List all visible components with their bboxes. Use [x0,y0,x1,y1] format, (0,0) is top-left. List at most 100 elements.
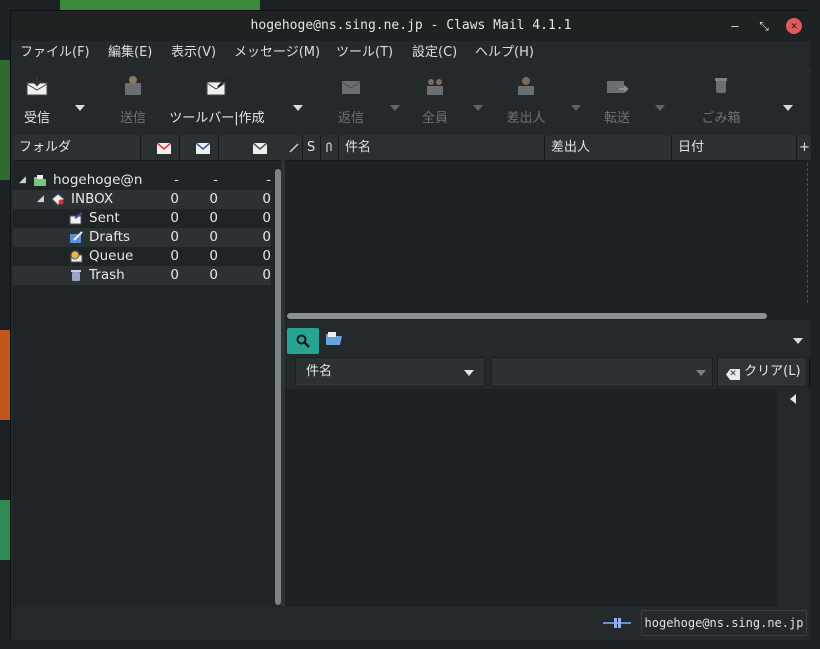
filter-bar [285,321,811,357]
folder-name: Drafts [89,229,131,245]
folder-name: Sent [89,210,120,226]
send-queue-icon [125,76,141,95]
folder-new-count: 0 [170,191,179,207]
queue-icon [70,250,83,263]
reply-dropdown-arrow[interactable] [390,105,400,111]
menu-view[interactable]: 表示(V) [171,41,216,65]
clear-button[interactable]: ✕ クリア(L) [717,357,807,387]
toolbar-overflow-arrow[interactable] [783,105,793,111]
search-toggle-button[interactable] [287,328,319,354]
account-total-count: - [266,172,271,188]
compose-mail-icon [206,76,229,96]
expand-left-icon[interactable] [790,394,796,404]
menu-tools[interactable]: ツール(T) [336,41,393,65]
compose-button[interactable]: ツールバー|作成 [167,75,267,133]
paperclip-icon [326,142,332,152]
folder-total-count: 0 [262,248,271,264]
message-view[interactable] [285,389,777,607]
folder-unread-count: 0 [209,267,218,283]
folder-row-drafts[interactable]: Drafts 0 0 0 [13,228,271,247]
reply-sender-dropdown-arrow[interactable] [571,105,581,111]
filter-menu-arrow[interactable] [793,338,803,344]
account-new-count: - [174,172,179,188]
chevron-down-icon [696,370,706,376]
folder-row-queue[interactable]: Queue 0 0 0 [13,247,271,266]
window-title: hogehoge@ns.sing.ne.jp - Claws Mail 4.1.… [250,18,572,33]
folder-name: Queue [89,248,134,264]
date-column-header[interactable]: 日付 [672,135,797,161]
forward-button[interactable]: 転送 [597,75,637,133]
search-field-value: 件名 [306,364,333,379]
reply-icon [341,81,361,94]
forward-label: 転送 [603,111,630,126]
menu-help[interactable]: ヘルプ(H) [475,41,534,65]
clear-label: クリア(L) [744,364,801,379]
reply-all-dropdown-arrow[interactable] [473,105,483,111]
folder-open-icon[interactable] [325,329,343,349]
reply-button[interactable]: 返信 [331,75,371,133]
folder-new-count: 0 [170,229,179,245]
message-view-side-panel [777,389,811,614]
compose-dropdown-arrow[interactable] [293,105,303,111]
trash-folder-icon [71,270,81,281]
menu-settings[interactable]: 設定(C) [412,41,457,65]
status-bar: hogehoge@ns.sing.ne.jp [11,607,811,640]
search-field-select[interactable]: 件名 [295,357,485,387]
message-list-horizontal-scrollbar[interactable] [287,313,767,319]
online-connection-icon[interactable] [603,617,631,629]
collapse-arrow-icon[interactable]: ◢ [37,190,47,209]
new-mail-icon [156,142,172,154]
desktop-stripe [0,60,10,180]
unread-mail-icon [195,142,211,154]
mark-column-header[interactable] [285,135,303,161]
message-list-body[interactable] [285,161,811,301]
account-row[interactable]: ◢ hogehoge@ns - - - [13,171,271,190]
attachment-column-header[interactable] [321,135,339,161]
collapse-arrow-icon[interactable]: ◢ [19,171,29,190]
folder-pane: フォルダ ◢ hogehoge@ns - - - ◢ INBOX 0 0 0 S… [13,135,281,607]
folder-row-trash[interactable]: Trash 0 0 0 [13,266,271,285]
folder-total-count: 0 [262,267,271,283]
reply-label: 返信 [337,111,364,126]
total-column-header[interactable] [219,135,271,161]
menu-file[interactable]: ファイル(F) [20,41,90,65]
folder-row-inbox[interactable]: ◢ INBOX 0 0 0 [13,190,271,209]
main-window: hogehoge@ns.sing.ne.jp - Claws Mail 4.1.… [10,10,811,640]
search-input[interactable] [491,357,713,387]
total-mail-icon [252,142,268,154]
unread-column-header[interactable] [180,135,219,161]
folder-unread-count: 0 [209,191,218,207]
folder-row-sent[interactable]: Sent 0 0 0 [13,209,271,228]
menu-message[interactable]: メッセージ(M) [234,41,320,65]
toolbar: 受信 送信 ツールバー|作成 返信 全員 差出人 転送 ごみ箱 [11,67,811,137]
drafts-icon [70,231,83,243]
desktop-stripe [0,500,10,560]
new-column-header[interactable] [141,135,180,161]
forward-dropdown-arrow[interactable] [655,105,665,111]
folder-new-count: 0 [170,267,179,283]
trash-label: ごみ箱 [701,111,741,126]
close-button[interactable]: ✕ [786,18,802,34]
send-button[interactable]: 送信 [115,75,151,133]
forward-icon [607,81,629,93]
folder-unread-count: 0 [209,229,218,245]
menu-edit[interactable]: 編集(E) [108,41,152,65]
subject-column-header[interactable]: 件名 [339,135,545,161]
receive-button[interactable]: 受信 [17,75,57,133]
status-column-header[interactable]: S [303,135,321,161]
folder-total-count: 0 [262,229,271,245]
column-add-icon[interactable]: + [797,135,811,161]
reply-all-button[interactable]: 全員 [415,75,455,133]
reply-sender-button[interactable]: 差出人 [503,75,549,133]
status-account-label[interactable]: hogehoge@ns.sing.ne.jp [641,610,807,636]
minimize-button[interactable]: ‒ [723,11,747,41]
folder-column-header[interactable]: フォルダ [13,135,141,161]
receive-label: 受信 [23,111,50,126]
title-bar[interactable]: hogehoge@ns.sing.ne.jp - Claws Mail 4.1.… [11,11,811,41]
trash-button[interactable]: ごみ箱 [697,75,745,133]
maximize-button[interactable]: ⤡ [752,11,776,41]
from-column-header[interactable]: 差出人 [545,135,672,161]
folder-pane-header: フォルダ [13,135,281,161]
receive-dropdown-arrow[interactable] [75,105,85,111]
compose-label: ツールバー|作成 [169,111,265,126]
